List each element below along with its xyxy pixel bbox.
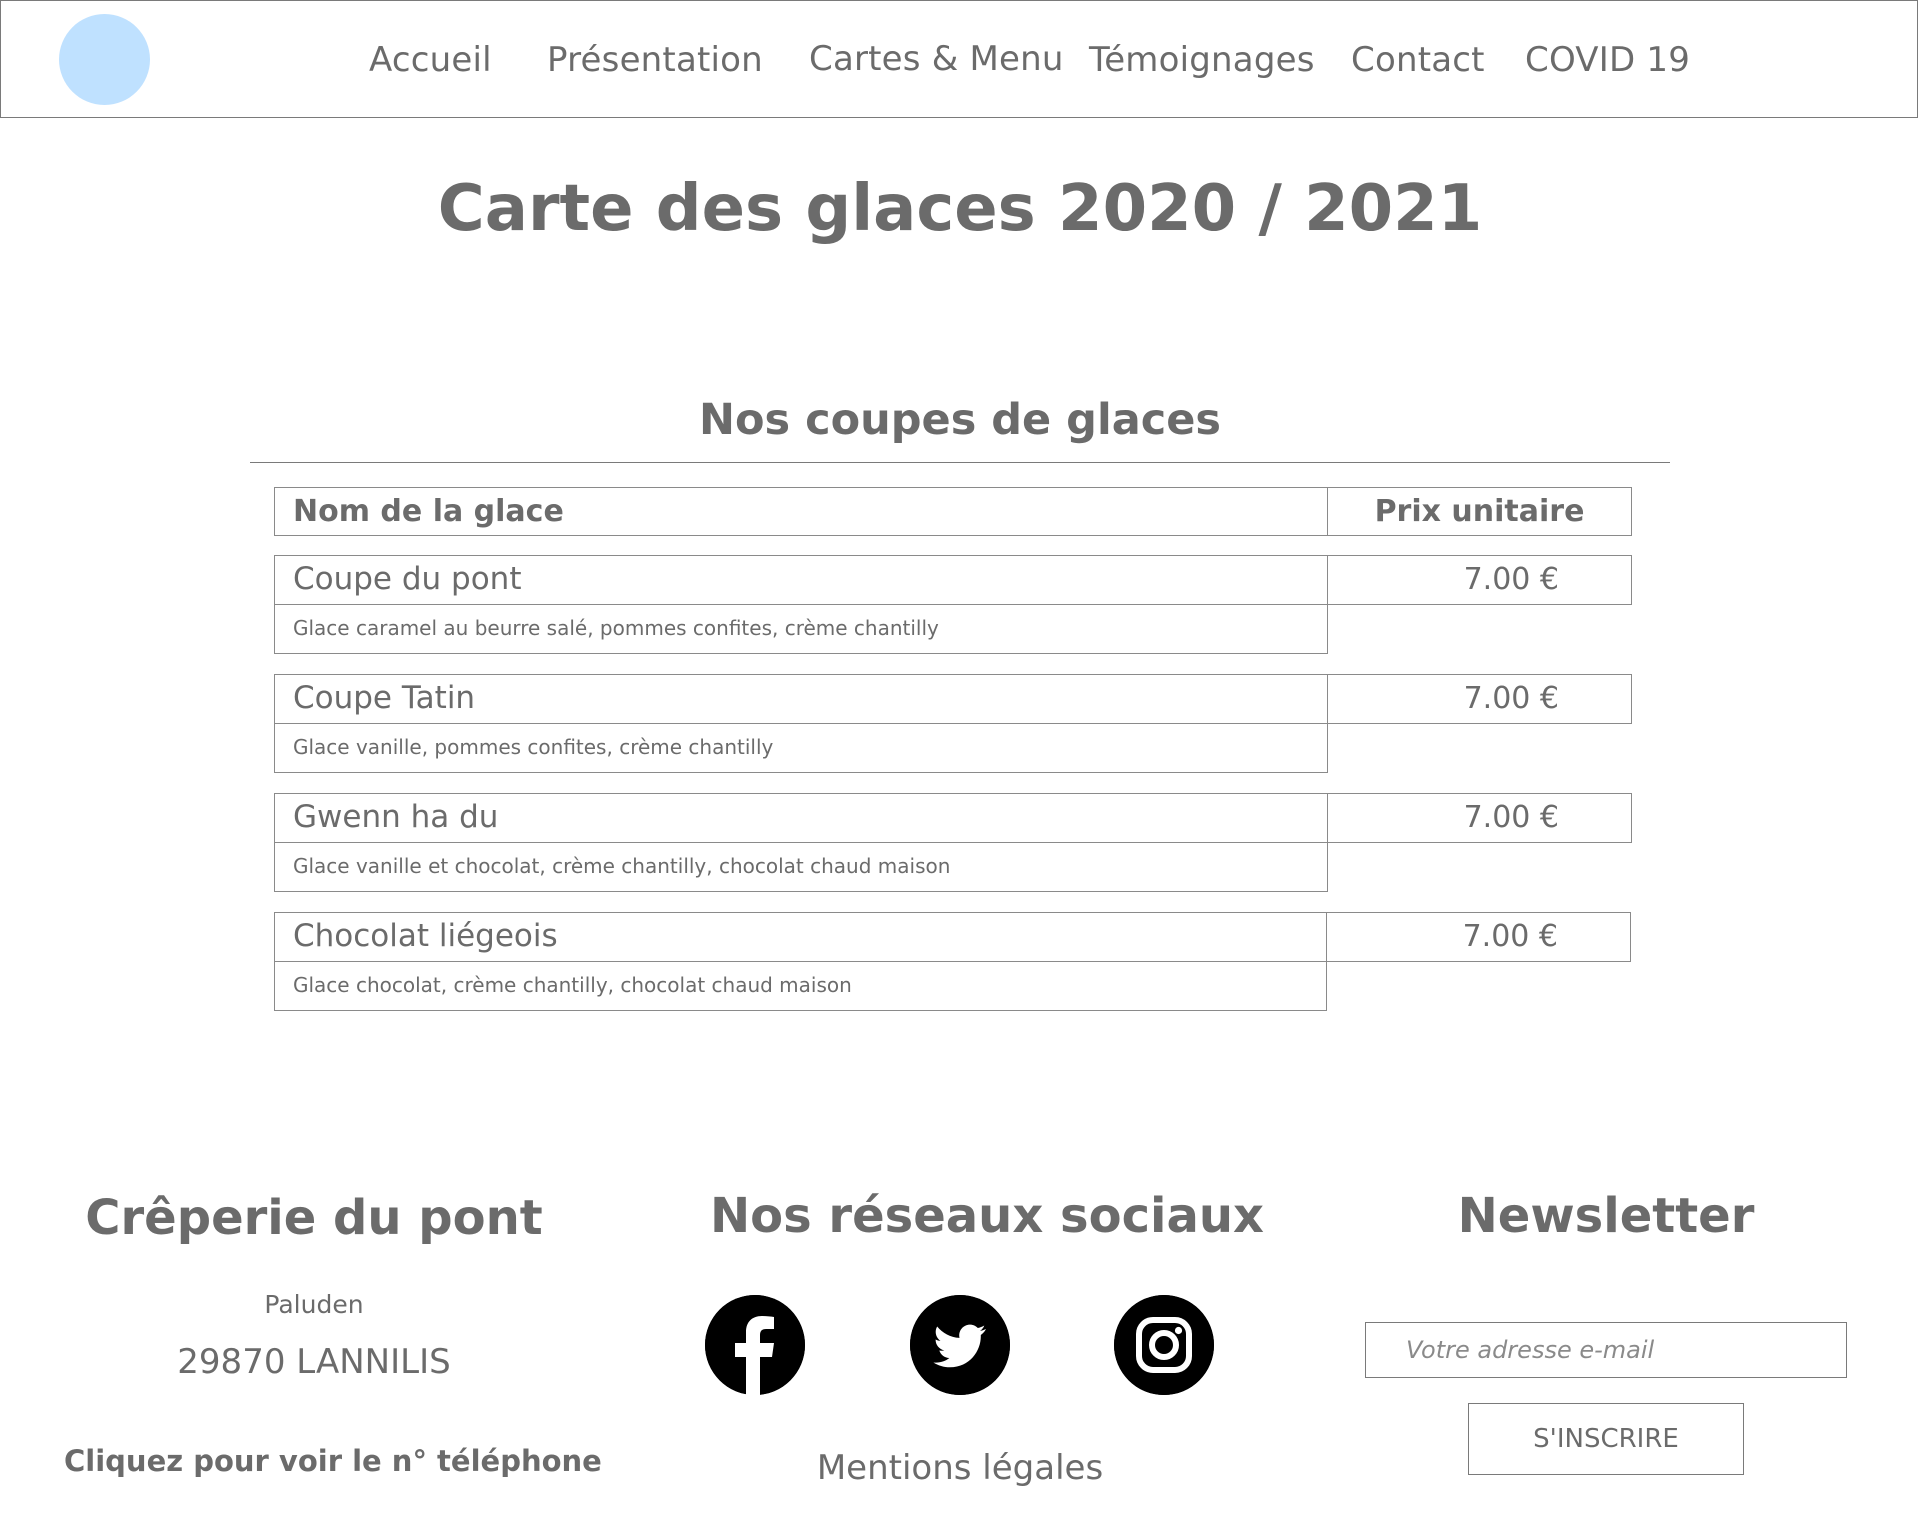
nav-cartes-menu[interactable]: Cartes & Menu bbox=[809, 39, 1064, 79]
footer-social-title: Nos réseaux sociaux bbox=[710, 1188, 1264, 1244]
item-price: 7.00 € bbox=[1326, 912, 1631, 962]
item-description: Glace vanille et chocolat, crème chantil… bbox=[274, 842, 1328, 892]
item-price: 7.00 € bbox=[1327, 555, 1632, 605]
nav-accueil[interactable]: Accueil bbox=[369, 40, 492, 80]
nav-covid[interactable]: COVID 19 bbox=[1525, 40, 1690, 80]
subscribe-button[interactable]: S'INSCRIRE bbox=[1468, 1403, 1744, 1475]
item-name: Gwenn ha du bbox=[274, 793, 1328, 843]
facebook-icon[interactable] bbox=[705, 1295, 805, 1395]
nav-presentation[interactable]: Présentation bbox=[547, 40, 763, 80]
footer-address-title: Crêperie du pont bbox=[85, 1190, 543, 1246]
nav-temoignages[interactable]: Témoignages bbox=[1089, 40, 1315, 80]
legal-notice-link[interactable]: Mentions légales bbox=[710, 1448, 1210, 1488]
newsletter-email-input[interactable] bbox=[1365, 1322, 1847, 1378]
item-description: Glace chocolat, crème chantilly, chocola… bbox=[274, 961, 1327, 1011]
address-line-1: Paluden bbox=[264, 1290, 364, 1319]
footer-newsletter-title: Newsletter bbox=[1457, 1188, 1755, 1244]
item-price: 7.00 € bbox=[1327, 674, 1632, 724]
item-name: Chocolat liégeois bbox=[274, 912, 1327, 962]
page-title: Carte des glaces 2020 / 2021 bbox=[437, 172, 1483, 246]
item-description: Glace vanille, pommes confites, crème ch… bbox=[274, 723, 1328, 773]
section-title: Nos coupes de glaces bbox=[699, 395, 1221, 445]
item-price: 7.00 € bbox=[1327, 793, 1632, 843]
item-description: Glace caramel au beurre salé, pommes con… bbox=[274, 604, 1328, 654]
column-header-name: Nom de la glace bbox=[274, 487, 1328, 536]
twitter-icon[interactable] bbox=[910, 1295, 1010, 1395]
nav-contact[interactable]: Contact bbox=[1351, 40, 1485, 80]
phone-reveal-link[interactable]: Cliquez pour voir le n° téléphone bbox=[64, 1444, 602, 1478]
instagram-icon[interactable] bbox=[1114, 1295, 1214, 1395]
address-line-2: 29870 LANNILIS bbox=[177, 1342, 451, 1382]
section-divider bbox=[250, 462, 1670, 463]
site-logo[interactable] bbox=[59, 14, 150, 105]
item-name: Coupe Tatin bbox=[274, 674, 1328, 724]
column-header-price: Prix unitaire bbox=[1327, 487, 1632, 536]
item-name: Coupe du pont bbox=[274, 555, 1328, 605]
